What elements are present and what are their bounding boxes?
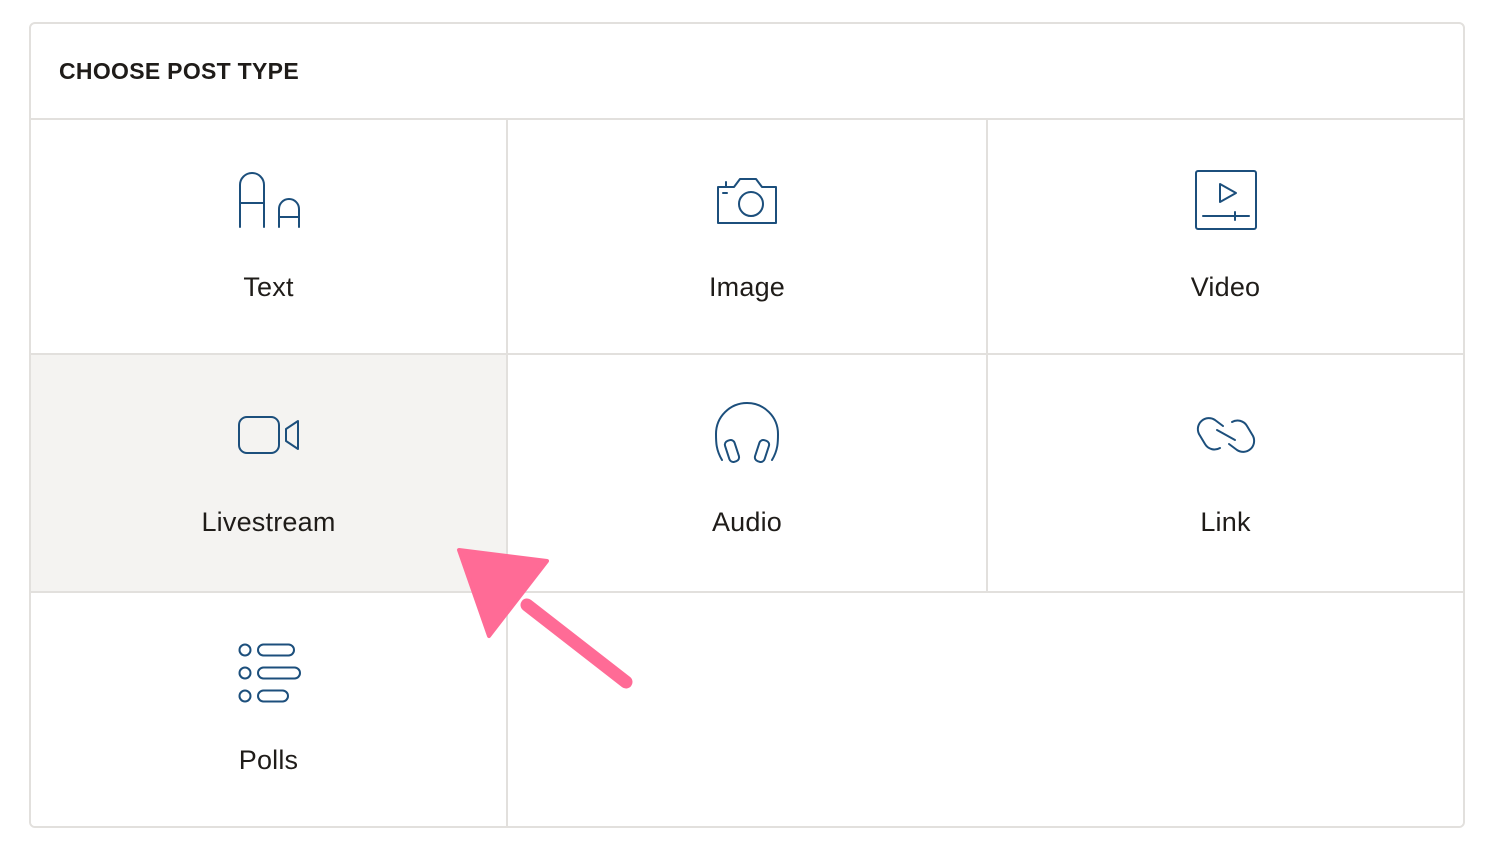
post-type-label: Audio <box>711 507 783 537</box>
post-type-video-tile[interactable]: Video <box>988 120 1463 355</box>
post-type-link-tile[interactable]: Link <box>988 355 1463 593</box>
link-icon <box>1191 403 1261 467</box>
card-title: CHOOSE POST TYPE <box>59 57 299 84</box>
post-type-chooser-card: CHOOSE POST TYPE Text Image Video Livest… <box>29 22 1465 828</box>
livestream-camera-icon <box>234 403 304 467</box>
post-type-label: Livestream <box>201 507 336 537</box>
post-type-audio-tile[interactable]: Audio <box>508 355 988 593</box>
text-icon <box>234 168 304 232</box>
post-type-label: Image <box>708 272 786 302</box>
headphones-icon <box>712 402 782 467</box>
polls-list-icon <box>234 641 304 705</box>
post-type-text-tile[interactable]: Text <box>31 120 508 355</box>
post-type-image-tile[interactable]: Image <box>508 120 988 355</box>
video-player-icon <box>1191 168 1261 232</box>
post-type-label: Polls <box>238 745 299 775</box>
post-type-label: Text <box>243 272 294 302</box>
post-type-label: Video <box>1190 272 1261 302</box>
post-type-label: Link <box>1200 507 1251 537</box>
card-header: CHOOSE POST TYPE <box>31 24 1463 120</box>
empty-grid-area <box>508 593 1463 826</box>
post-type-livestream-tile[interactable]: Livestream <box>31 355 508 593</box>
camera-icon <box>712 168 782 232</box>
post-type-polls-tile[interactable]: Polls <box>31 593 508 826</box>
post-type-grid: Text Image Video Livestream Audio Link P… <box>31 120 1463 826</box>
